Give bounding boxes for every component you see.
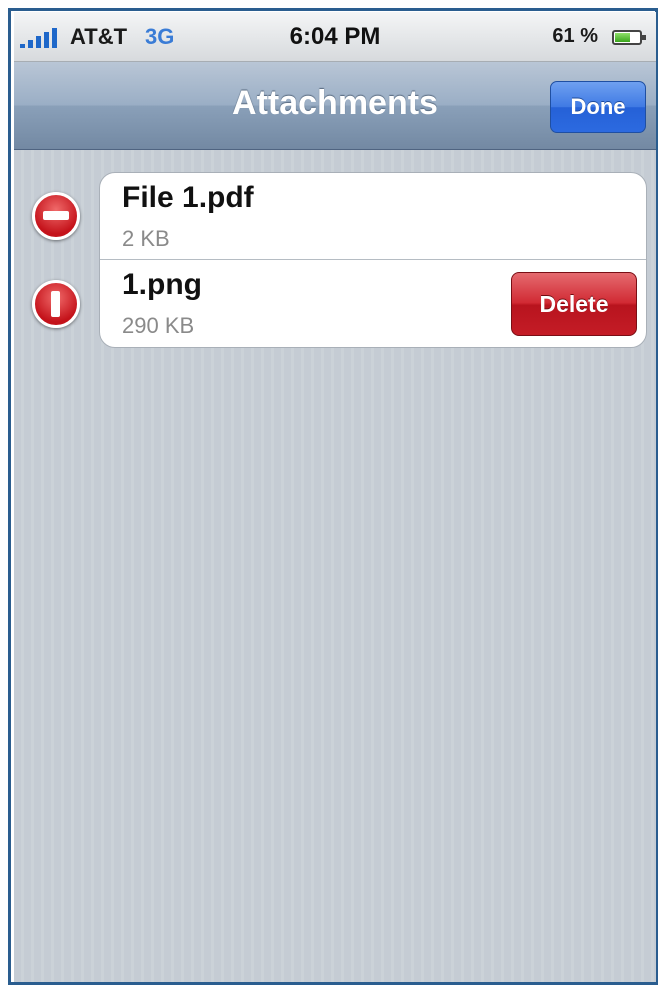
list-item[interactable]: File 1.pdf 2 KB [100, 173, 646, 260]
battery-icon [612, 30, 646, 45]
attachment-size: 2 KB [122, 226, 170, 251]
status-bar: AT&T 3G 6:04 PM 61 % [14, 12, 656, 62]
attachment-name: File 1.pdf [122, 181, 254, 214]
attachments-list: File 1.pdf 2 KB 1.png 290 KB Delete [99, 172, 647, 348]
delete-button[interactable]: Delete [511, 272, 637, 336]
navigation-bar: Attachments Done [14, 62, 656, 150]
attachment-name: 1.png [122, 268, 202, 301]
battery-percent: 61 % [552, 25, 598, 47]
done-button[interactable]: Done [550, 81, 646, 133]
delete-control-rotated-icon[interactable] [32, 280, 80, 328]
delete-control-minus-icon[interactable] [32, 192, 80, 240]
phone-screen: AT&T 3G 6:04 PM 61 % Attachments Done Fi… [14, 12, 656, 982]
attachment-size: 290 KB [122, 313, 195, 338]
list-item[interactable]: 1.png 290 KB Delete [100, 260, 646, 347]
